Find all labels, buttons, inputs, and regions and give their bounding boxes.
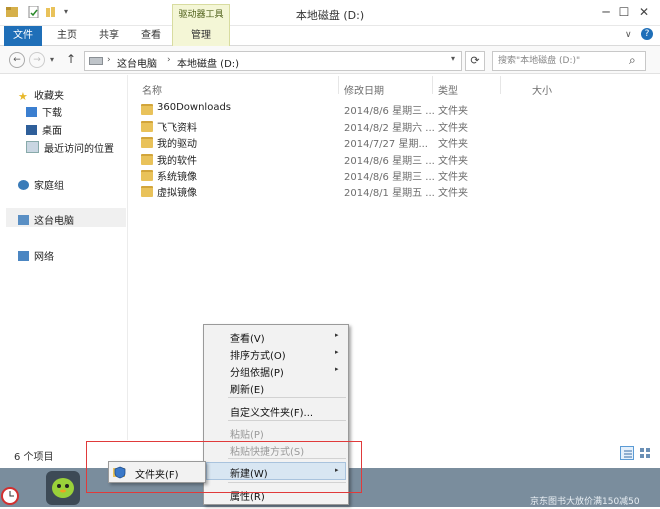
submenu-arrow-icon: ▸	[335, 365, 339, 373]
file-name: 飞飞资料	[157, 123, 197, 134]
download-icon	[26, 107, 37, 117]
window-title: 本地磁盘 (D:)	[295, 9, 365, 22]
tab-view[interactable]: 查看	[134, 26, 168, 46]
file-row[interactable]: 360Downloads 2014/8/6 星期三 ... 文件夹	[137, 101, 477, 117]
nav-favorites-label: 收藏夹	[34, 91, 64, 102]
nav-homegroup[interactable]: 家庭组	[18, 177, 64, 192]
nav-network[interactable]: 网络	[18, 248, 54, 263]
drive-icon	[89, 57, 103, 65]
nav-recent-places[interactable]: 最近访问的位置	[26, 140, 114, 155]
file-date: 2014/8/6 星期三 ...	[344, 106, 435, 117]
file-type: 文件夹	[438, 139, 468, 150]
breadcrumb-separator: ›	[167, 55, 171, 65]
file-type: 文件夹	[438, 188, 468, 199]
column-divider[interactable]	[338, 76, 339, 94]
folder-icon	[141, 186, 153, 197]
item-count: 6 个项目	[14, 452, 54, 463]
address-bar[interactable]: › 这台电脑 › 本地磁盘 (D:)	[84, 51, 462, 71]
forward-button[interactable]: →	[29, 52, 45, 68]
file-date: 2014/8/2 星期六 ...	[344, 123, 435, 134]
folder-icon	[141, 104, 153, 115]
submenu-arrow-icon: ▸	[335, 331, 339, 339]
help-icon[interactable]: ?	[641, 28, 653, 40]
clock-app-icon[interactable]	[0, 486, 22, 506]
menu-separator	[228, 397, 346, 398]
network-icon	[18, 251, 29, 261]
folder-icon	[141, 154, 153, 165]
menu-separator	[228, 420, 346, 421]
up-button[interactable]: ↑	[66, 52, 76, 66]
menu-item-view[interactable]: 查看(V)	[230, 330, 265, 345]
tab-file[interactable]: 文件	[4, 26, 42, 46]
large-icons-view-icon[interactable]	[638, 446, 652, 460]
tab-share[interactable]: 共享	[92, 26, 126, 46]
file-row[interactable]: 系统镜像 2014/8/6 星期三 ... 文件夹	[137, 167, 477, 183]
file-name: 系统镜像	[157, 172, 197, 183]
submenu-arrow-icon: ▸	[335, 348, 339, 356]
file-date: 2014/8/1 星期五 ...	[344, 188, 435, 199]
nav-favorites[interactable]: ★ 收藏夹	[18, 87, 64, 103]
nav-this-pc-label: 这台电脑	[34, 216, 74, 227]
breadcrumb-separator: ›	[107, 55, 111, 65]
close-button[interactable]: ✕	[630, 2, 658, 22]
column-header-type[interactable]: 类型	[438, 82, 458, 97]
file-row[interactable]: 虚拟镜像 2014/8/1 星期五 ... 文件夹	[137, 183, 477, 199]
watermark-text: 京东图书大放价满150减50	[530, 497, 640, 507]
file-row[interactable]: 我的驱动 2014/7/27 星期... 文件夹	[137, 134, 477, 150]
nav-downloads[interactable]: 下载	[26, 104, 62, 119]
desktop-icon	[26, 125, 37, 135]
file-name: 360Downloads	[157, 102, 232, 113]
homegroup-icon	[18, 180, 29, 190]
refresh-button[interactable]: ⟳	[465, 51, 485, 71]
search-input[interactable]: 搜索"本地磁盘 (D:)"	[492, 51, 646, 71]
breadcrumb-this-pc[interactable]: 这台电脑	[117, 55, 157, 70]
nav-network-label: 网络	[34, 252, 54, 263]
folder-icon	[141, 121, 153, 132]
nav-downloads-label: 下载	[42, 108, 62, 119]
nav-this-pc[interactable]: 这台电脑	[18, 212, 74, 227]
address-dropdown-icon[interactable]: ▾	[451, 54, 455, 63]
nav-recent-places-label: 最近访问的位置	[44, 144, 114, 155]
nav-desktop[interactable]: 桌面	[26, 122, 62, 137]
column-header-name[interactable]: 名称	[142, 82, 162, 97]
nav-desktop-label: 桌面	[42, 126, 62, 137]
tab-manage[interactable]: 管理	[172, 26, 230, 46]
file-name: 虚拟镜像	[157, 188, 197, 199]
file-row[interactable]: 我的软件 2014/8/6 星期三 ... 文件夹	[137, 151, 477, 167]
menu-item-group-by[interactable]: 分组依据(P)	[230, 364, 284, 379]
ribbon-collapse-icon[interactable]: ∨	[625, 30, 632, 40]
file-date: 2014/8/6 星期三 ...	[344, 172, 435, 183]
column-divider[interactable]	[432, 76, 433, 94]
menu-item-paste[interactable]: 粘贴(P)	[230, 426, 264, 441]
folder-icon	[141, 137, 153, 148]
breadcrumb-local-disk[interactable]: 本地磁盘 (D:)	[177, 55, 239, 70]
file-type: 文件夹	[438, 156, 468, 167]
back-button[interactable]: ←	[9, 52, 25, 68]
star-icon: ★	[18, 90, 28, 103]
menu-item-customize-folder[interactable]: 自定义文件夹(F)...	[230, 404, 313, 419]
highlight-box	[86, 441, 362, 493]
tab-home[interactable]: 主页	[50, 26, 84, 46]
file-name: 我的驱动	[157, 139, 197, 150]
menu-item-refresh[interactable]: 刷新(E)	[230, 381, 264, 396]
file-type: 文件夹	[438, 106, 468, 117]
file-name: 我的软件	[157, 156, 197, 167]
recent-places-icon	[26, 141, 39, 153]
file-type: 文件夹	[438, 123, 468, 134]
computer-icon	[18, 215, 29, 225]
folder-icon	[141, 170, 153, 181]
menu-item-sort-by[interactable]: 排序方式(O)	[230, 347, 286, 362]
details-view-icon[interactable]	[620, 446, 634, 460]
nav-homegroup-label: 家庭组	[34, 181, 64, 192]
file-date: 2014/7/27 星期...	[344, 139, 428, 150]
chat-app-icon[interactable]	[46, 471, 80, 505]
file-type: 文件夹	[438, 172, 468, 183]
search-icon[interactable]: ⌕	[629, 53, 636, 68]
file-row[interactable]: 飞飞资料 2014/8/2 星期六 ... 文件夹	[137, 118, 477, 134]
column-header-date[interactable]: 修改日期	[344, 82, 384, 97]
column-divider[interactable]	[500, 76, 501, 94]
recent-locations-button[interactable]: ▾	[50, 55, 54, 64]
column-header-size[interactable]: 大小	[532, 82, 552, 97]
file-date: 2014/8/6 星期三 ...	[344, 156, 435, 167]
